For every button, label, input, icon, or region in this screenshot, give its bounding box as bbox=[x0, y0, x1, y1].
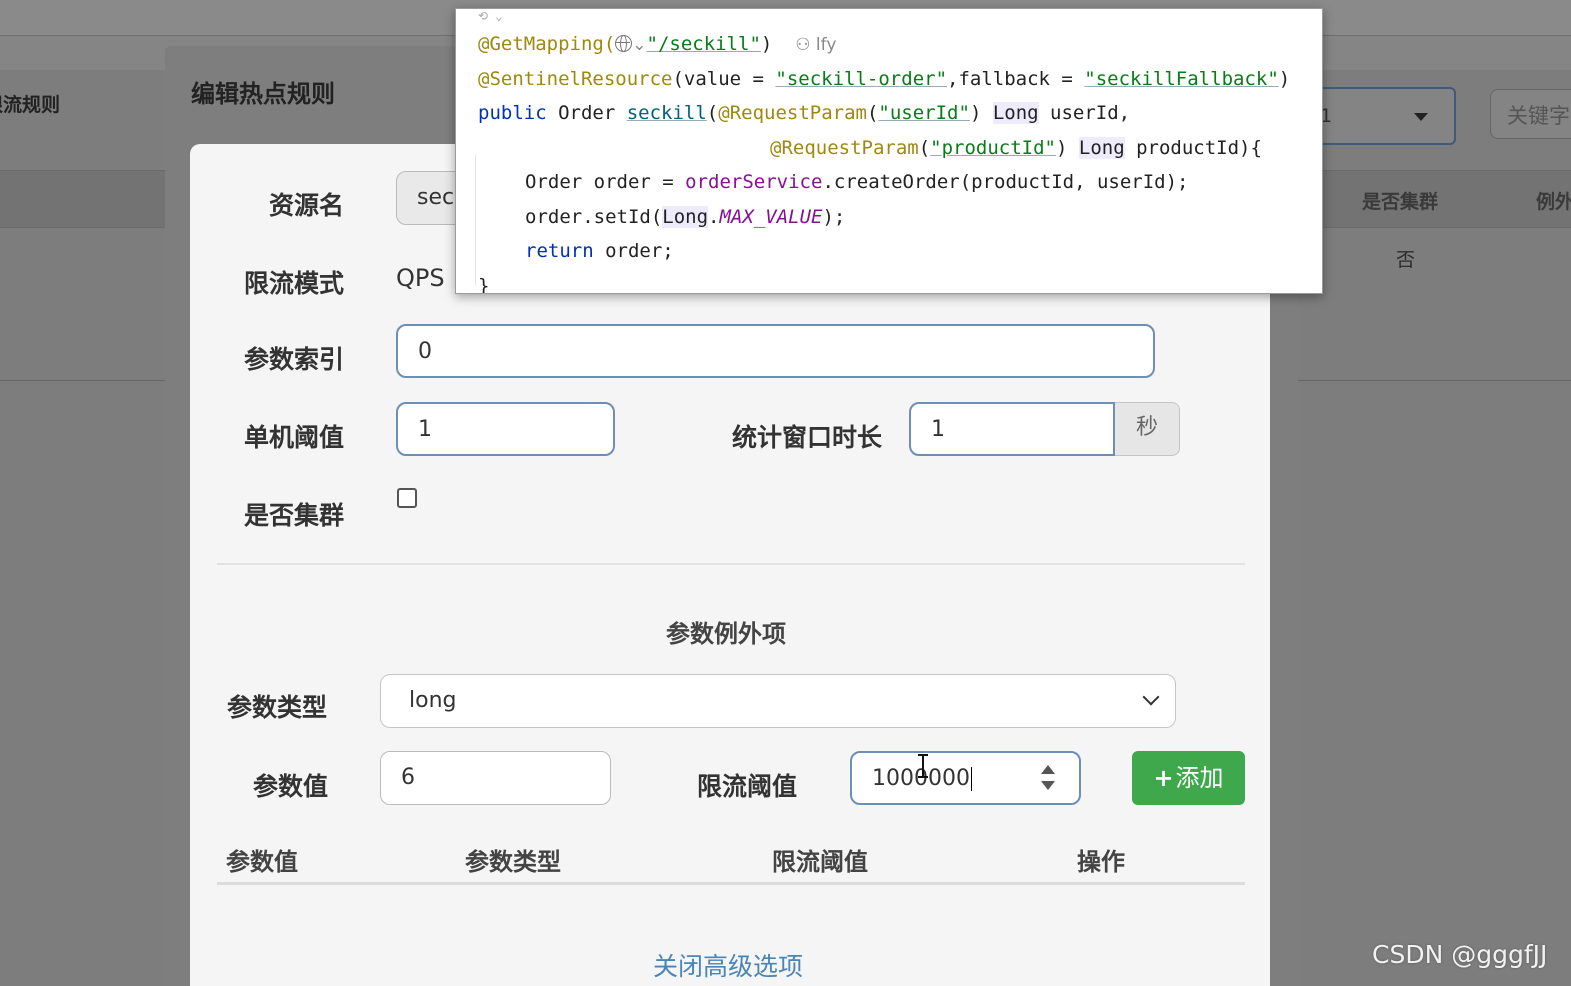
resource-name-value: sec bbox=[417, 185, 455, 210]
code-line-8: } bbox=[478, 275, 490, 294]
code-snippet-popup: ⟲ ⌄ @GetMapping(⌄"/seckill") ⚇ lfy @Sent… bbox=[455, 8, 1323, 294]
param-value-value: 6 bbox=[401, 765, 415, 790]
stat-window-label: 统计窗口时长 bbox=[732, 423, 883, 452]
globe-icon bbox=[615, 35, 633, 52]
table-header-actions: 操作 bbox=[1077, 848, 1125, 876]
cluster-checkbox[interactable] bbox=[397, 488, 417, 508]
code-line-2: @SentinelResource(value = "seckill-order… bbox=[478, 68, 1291, 90]
author-name: lfy bbox=[815, 35, 837, 55]
single-threshold-label: 单机阈值 bbox=[244, 423, 345, 452]
param-value-label: 参数值 bbox=[253, 772, 329, 801]
modal-title: 编辑热点规则 bbox=[191, 80, 335, 108]
background-divider bbox=[1298, 380, 1571, 381]
watermark: CSDN @gggfJJ bbox=[1372, 940, 1548, 969]
code-line-4: @RequestParam("productId") Long productI… bbox=[770, 137, 1262, 159]
mouse-ibeam-cursor-icon bbox=[918, 754, 928, 778]
code-line-1: @GetMapping(⌄"/seckill") ⚇ lfy bbox=[478, 33, 837, 55]
table-header-divider bbox=[217, 882, 1245, 885]
limit-threshold-label: 限流阈值 bbox=[697, 772, 798, 801]
gutter-icon: ⟲ ⌄ bbox=[478, 9, 503, 23]
close-advanced-options-link[interactable]: 关闭高级选项 bbox=[653, 947, 803, 983]
plus-icon: + bbox=[1153, 764, 1174, 792]
stat-window-input[interactable]: 1 bbox=[909, 402, 1115, 456]
code-line-5: Order order = orderService.createOrder(p… bbox=[525, 171, 1189, 193]
add-exception-button[interactable]: +添加 bbox=[1132, 751, 1245, 805]
limit-threshold-value: 1000000 bbox=[872, 766, 970, 791]
limit-threshold-input[interactable]: 1000000 bbox=[850, 751, 1081, 805]
code-line-6: order.setId(Long.MAX_VALUE); bbox=[525, 206, 846, 228]
background-divider bbox=[0, 380, 165, 381]
caret-down-icon bbox=[1414, 113, 1428, 121]
stat-window-unit: 秒 bbox=[1115, 402, 1180, 456]
param-type-label: 参数类型 bbox=[227, 693, 328, 722]
chevron-down-icon bbox=[1142, 688, 1160, 706]
param-value-input[interactable]: 6 bbox=[380, 751, 611, 805]
param-index-value: 0 bbox=[418, 339, 432, 364]
param-type-selected: long bbox=[409, 688, 457, 713]
section-divider bbox=[217, 563, 1245, 565]
code-line-3: public Order seckill(@RequestParam("user… bbox=[478, 102, 1131, 124]
background-filter-select[interactable]: 1 bbox=[1300, 87, 1456, 145]
text-cursor bbox=[970, 767, 972, 791]
table-header-limit-threshold: 限流阈值 bbox=[772, 848, 868, 876]
table-header-param-type: 参数类型 bbox=[465, 848, 561, 876]
param-type-select[interactable]: long bbox=[380, 674, 1176, 728]
column-header-exception: 例外 bbox=[1536, 191, 1571, 213]
column-header-cluster: 是否集群 bbox=[1362, 191, 1439, 213]
background-page-title: 限流规则 bbox=[0, 94, 61, 116]
keyword-placeholder: 关键字 bbox=[1507, 104, 1570, 128]
stat-window-value: 1 bbox=[931, 417, 945, 442]
limit-mode-label: 限流模式 bbox=[244, 269, 345, 298]
param-exceptions-title: 参数例外项 bbox=[666, 620, 786, 648]
single-threshold-value: 1 bbox=[418, 417, 432, 442]
background-keyword-input[interactable]: 关键字 bbox=[1490, 89, 1571, 139]
resource-name-label: 资源名 bbox=[269, 191, 345, 220]
number-spinner-icon[interactable] bbox=[1041, 765, 1055, 793]
cell-cluster-value: 否 bbox=[1396, 249, 1416, 271]
param-index-label: 参数索引 bbox=[244, 345, 345, 374]
code-line-7: return order; bbox=[525, 240, 674, 262]
param-index-input[interactable]: 0 bbox=[396, 324, 1155, 378]
indent-guide bbox=[475, 155, 476, 285]
single-threshold-input[interactable]: 1 bbox=[396, 402, 615, 456]
cluster-label: 是否集群 bbox=[244, 501, 345, 530]
table-header-param-value: 参数值 bbox=[226, 848, 298, 876]
author-icon: ⚇ bbox=[795, 35, 816, 55]
add-button-label: 添加 bbox=[1175, 764, 1224, 792]
limit-mode-value: QPS bbox=[396, 264, 445, 292]
